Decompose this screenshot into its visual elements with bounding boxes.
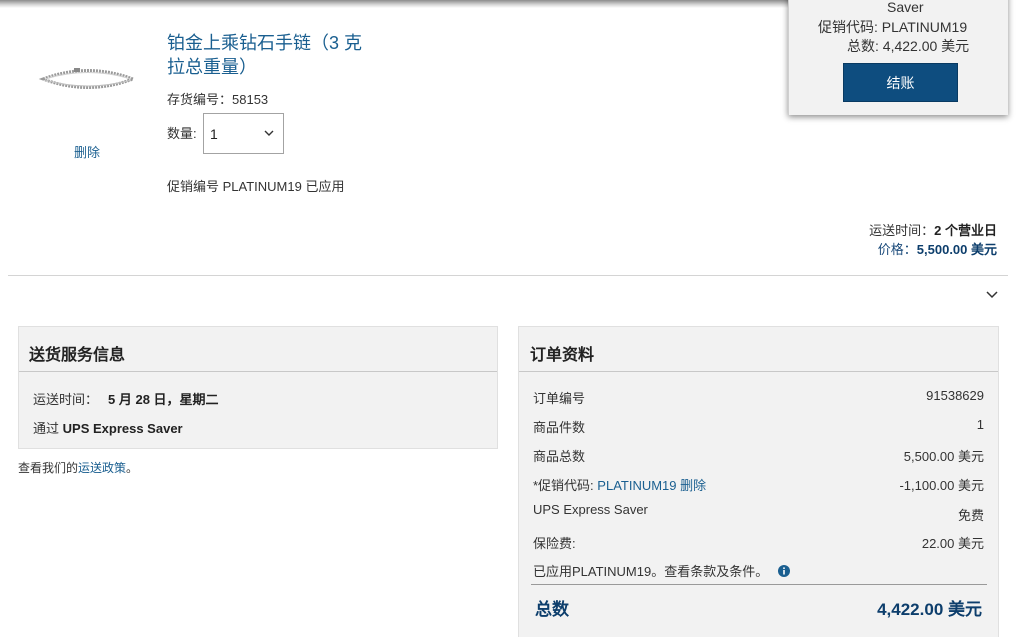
float-promo-label: 促销代码: xyxy=(818,19,878,35)
order-row-insurance: 保险费: 22.00 美元 xyxy=(533,533,984,552)
bracelet-image xyxy=(38,68,138,89)
float-promo-line: 促销代码: PLATINUM19 xyxy=(818,17,967,37)
quantity-label: 数量: xyxy=(167,126,197,141)
order-row-subtotal: 商品总数 5,500.00 美元 xyxy=(533,446,984,465)
delivery-heading: 送货服务信息 xyxy=(29,347,126,364)
info-icon[interactable] xyxy=(777,565,790,577)
shipping-policy-link[interactable]: 运送政策 xyxy=(78,461,126,475)
product-title-link[interactable]: 铂金上乘钻石手链（3 克拉总重量） xyxy=(167,31,367,79)
float-total-label: 总数: xyxy=(847,38,879,54)
order-row-shipping: UPS Express Saver 免费 xyxy=(533,502,984,523)
delivery-date-label: 运送时间： xyxy=(33,392,99,407)
float-total-value: 4,422.00 美元 xyxy=(882,38,970,54)
remove-item-link[interactable]: 删除 xyxy=(74,142,100,161)
order-row-label: 商品件数 xyxy=(533,420,586,435)
sku-line: 存货编号：58153 xyxy=(167,89,268,108)
order-row-value: 5,500.00 美元 xyxy=(903,449,984,464)
section-divider xyxy=(8,275,1008,276)
price-value: 5,500.00 美元 xyxy=(916,242,997,257)
price-label: 价格： xyxy=(877,242,917,257)
order-row-number: 订单编号 91538629 xyxy=(533,388,984,407)
delivery-divider xyxy=(19,371,497,372)
order-row-label: 订单编号 xyxy=(533,391,586,406)
ship-time-value: 2 个营业日 xyxy=(934,223,997,238)
delivery-carrier-line: 通过 UPS Express Saver xyxy=(33,418,183,437)
checkout-button[interactable]: 结账 xyxy=(843,63,958,102)
order-row-label: *促销代码: xyxy=(533,478,594,493)
float-total-line: 总数: 4,422.00 美元 xyxy=(847,36,969,56)
order-row-value: 免费 xyxy=(957,508,984,523)
sku-value: 58153 xyxy=(232,92,269,107)
order-row-value: 1 xyxy=(976,417,984,432)
order-row-promo: *促销代码: PLATINUM19 删除 -1,100.00 美元 xyxy=(533,475,984,494)
ship-time-label: 运送时间： xyxy=(869,223,935,238)
order-divider xyxy=(519,371,998,372)
promo-note-text: 已应用PLATINUM19。查看条款及条件。 xyxy=(533,564,769,579)
order-row-value: 91538629 xyxy=(926,388,984,403)
delivery-date-line: 运送时间： 5 月 28 日，星期二 xyxy=(33,389,219,408)
float-promo-code: PLATINUM19 xyxy=(881,19,968,35)
promo-code-remove-link[interactable]: PLATINUM19 删除 xyxy=(597,478,706,493)
shipping-policy-text: 查看我们的运送政策。 xyxy=(18,459,138,476)
float-saver-text: Saver xyxy=(887,0,924,15)
order-row-item-count: 商品件数 1 xyxy=(533,417,984,436)
chevron-down-icon xyxy=(264,130,274,136)
item-price: 价格：5,500.00 美元 xyxy=(878,239,997,258)
order-heading: 订单资料 xyxy=(530,347,595,364)
order-row-value: -1,100.00 美元 xyxy=(899,478,984,493)
total-divider xyxy=(531,584,987,585)
sku-label: 存货编号： xyxy=(167,92,233,107)
order-row-label: 商品总数 xyxy=(533,449,586,464)
delivery-info-panel: 送货服务信息 运送时间： 5 月 28 日，星期二 通过 UPS Express … xyxy=(18,326,498,449)
delivery-carrier: UPS Express Saver xyxy=(62,421,183,436)
delivery-via-label: 通过 xyxy=(33,421,60,436)
order-total-value: 4,422.00 美元 xyxy=(877,600,982,619)
order-row-label: 保险费: xyxy=(533,536,576,551)
delivery-date-value: 5 月 28 日，星期二 xyxy=(108,392,219,407)
order-row-label: UPS Express Saver xyxy=(533,502,648,517)
item-ship-time: 运送时间：2 个营业日 xyxy=(869,220,997,239)
quantity-value: 1 xyxy=(210,126,218,142)
policy-prefix: 查看我们的 xyxy=(18,461,79,475)
order-promo-note: 已应用PLATINUM19。查看条款及条件。 xyxy=(533,561,984,580)
order-total-label: 总数 xyxy=(535,600,569,619)
quantity-select[interactable]: 1 xyxy=(203,113,284,154)
promo-applied-text: 促销编号 PLATINUM19 已应用 xyxy=(167,179,345,194)
chevron-down-icon[interactable] xyxy=(985,289,999,301)
order-row-value: 22.00 美元 xyxy=(921,536,984,551)
policy-suffix: 。 xyxy=(126,461,139,475)
order-details-panel: 订单资料 订单编号 91538629 商品件数 1 商品总数 5,500.00 … xyxy=(518,326,999,637)
